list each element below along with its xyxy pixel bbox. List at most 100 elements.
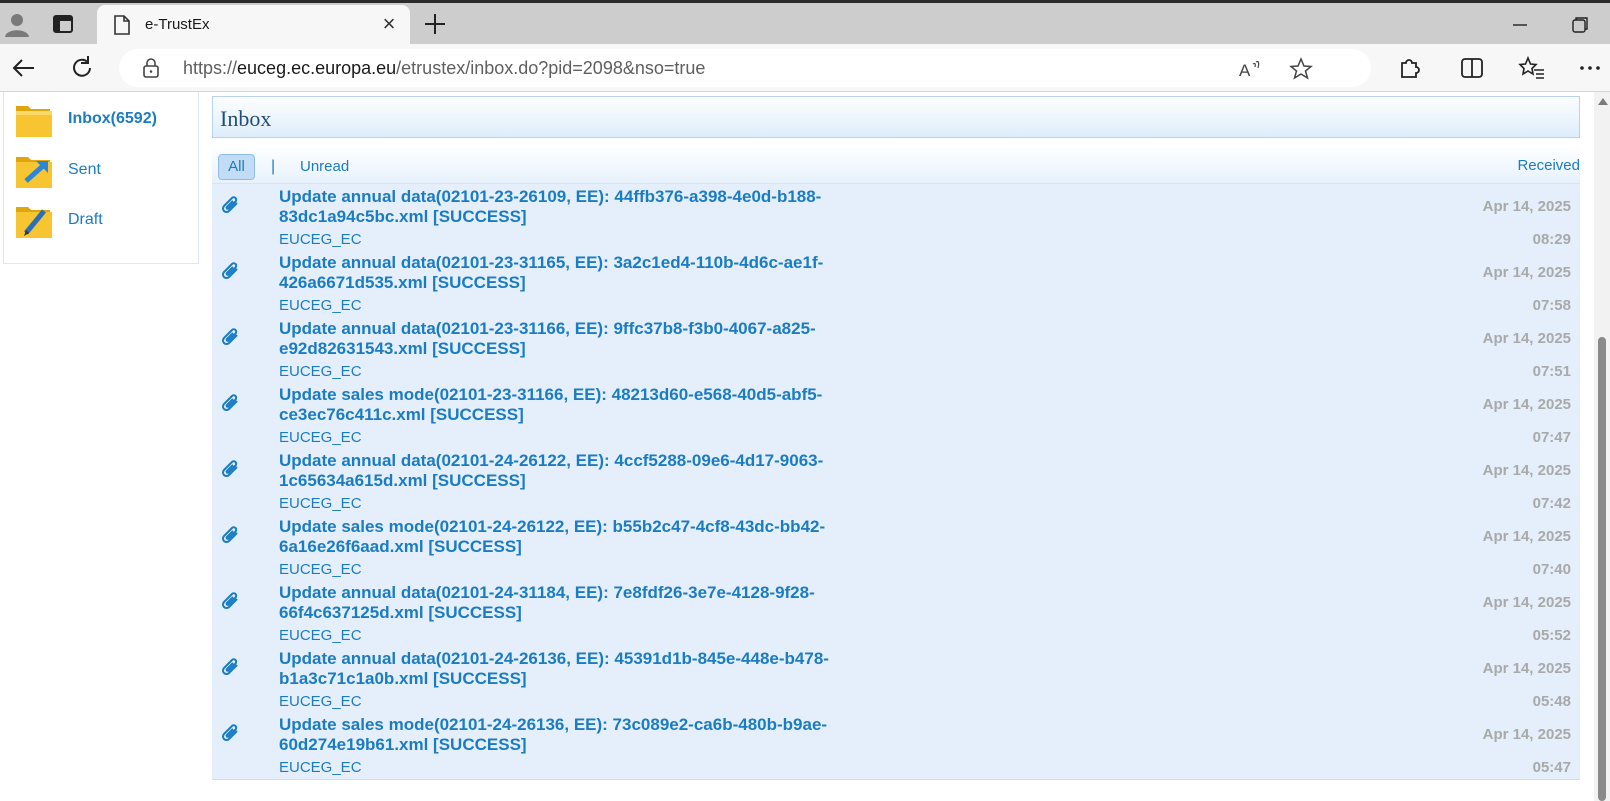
url-host: euceg.ec.europa.eu [237,58,397,78]
table-row[interactable]: Update annual data(02101-24-26122, EE): … [212,448,1580,516]
message-time: 05:48 [1532,693,1571,710]
sidebar-item-label: Inbox(6592) [68,110,157,127]
draft-folder-icon [16,207,52,238]
attachment-icon [221,658,238,676]
tab-etrustex[interactable]: e-TrustEx × [97,5,410,47]
message-sender: EUCEG_EC [279,561,362,578]
message-date: Apr 14, 2025 [1482,528,1571,545]
tab-actions-icon[interactable] [52,13,74,35]
vertical-scrollbar[interactable] [1594,92,1610,801]
scrollbar-thumb[interactable] [1598,337,1606,801]
svg-text:A: A [1239,61,1251,80]
message-subject[interactable]: Update annual data(02101-24-26122, EE): … [279,451,859,491]
message-date: Apr 14, 2025 [1482,396,1571,413]
message-subject[interactable]: Update sales mode(02101-23-31166, EE): 4… [279,385,859,425]
minimize-icon[interactable] [1508,13,1532,37]
tab-title: e-TrustEx [145,16,210,33]
message-sender: EUCEG_EC [279,759,362,776]
sidebar-item-draft[interactable]: Draft [10,197,196,243]
url-text[interactable]: https://euceg.ec.europa.eu/etrustex/inbo… [183,58,705,79]
attachment-icon [221,262,238,280]
message-time: 07:51 [1532,363,1571,380]
attachment-icon [221,592,238,610]
profile-icon[interactable] [4,11,30,37]
message-subject[interactable]: Update annual data(02101-23-26109, EE): … [279,187,859,227]
message-sender: EUCEG_EC [279,231,362,248]
message-sender: EUCEG_EC [279,363,362,380]
filter-separator: | [271,158,276,175]
back-icon[interactable] [10,54,38,82]
message-sender: EUCEG_EC [279,429,362,446]
filter-unread-link[interactable]: Unread [300,158,349,175]
sidebar-item-inbox[interactable]: Inbox(6592) [10,96,196,142]
extensions-icon[interactable] [1396,54,1424,82]
refresh-icon[interactable] [68,54,96,82]
browser-toolbar: https://euceg.ec.europa.eu/etrustex/inbo… [0,44,1610,92]
sidebar-item-label: Sent [68,161,101,178]
message-date: Apr 14, 2025 [1482,264,1571,281]
filter-all-button[interactable]: All [218,154,255,180]
restore-icon[interactable] [1568,13,1592,37]
scroll-up-icon[interactable] [1598,98,1608,105]
table-row[interactable]: Update annual data(02101-24-31184, EE): … [212,580,1580,648]
attachment-icon [221,196,238,214]
inbox-panel: Inbox All | Unread Received Update annua… [212,96,1581,801]
favorite-icon[interactable] [1289,57,1313,81]
url-prefix: https:// [183,58,238,78]
message-subject[interactable]: Update annual data(02101-24-31184, EE): … [279,583,859,623]
message-time: 08:29 [1532,231,1571,248]
split-screen-icon[interactable] [1458,54,1486,82]
sent-folder-icon [16,157,52,188]
message-time: 07:47 [1532,429,1571,446]
message-sender: EUCEG_EC [279,495,362,512]
message-date: Apr 14, 2025 [1482,198,1571,215]
filter-bar: All | Unread Received [212,146,1580,184]
read-aloud-icon[interactable]: A [1237,57,1261,81]
message-time: 05:52 [1532,627,1571,644]
inbox-header: Inbox [212,96,1580,138]
message-subject[interactable]: Update annual data(02101-24-26136, EE): … [279,649,859,689]
new-tab-icon[interactable] [422,11,448,37]
message-subject[interactable]: Update sales mode(02101-24-26122, EE): b… [279,517,859,557]
message-sender: EUCEG_EC [279,297,362,314]
table-row[interactable]: Update annual data(02101-24-26136, EE): … [212,646,1580,714]
attachment-icon [221,460,238,478]
message-subject[interactable]: Update sales mode(02101-24-26136, EE): 7… [279,715,859,755]
sort-received-link[interactable]: Received [1517,157,1580,174]
message-time: 07:58 [1532,297,1571,314]
attachment-icon [221,328,238,346]
page-content: Inbox(6592) Sent Draft Inbox All | Unrea… [0,92,1610,801]
page-title: Inbox [220,106,272,131]
table-row[interactable]: Update annual data(02101-23-26109, EE): … [212,184,1580,252]
table-row[interactable]: Update annual data(02101-23-31165, EE): … [212,250,1580,318]
message-subject[interactable]: Update annual data(02101-23-31166, EE): … [279,319,859,359]
message-time: 05:47 [1532,759,1571,776]
message-date: Apr 14, 2025 [1482,660,1571,677]
inbox-folder-icon [16,106,52,137]
sidebar-item-label: Draft [68,211,103,228]
message-date: Apr 14, 2025 [1482,726,1571,743]
message-sender: EUCEG_EC [279,693,362,710]
sidebar-item-sent[interactable]: Sent [10,147,196,193]
lock-icon[interactable] [141,58,161,78]
url-path: /etrustex/inbox.do?pid=2098&nso=true [396,58,706,78]
message-sender: EUCEG_EC [279,627,362,644]
page-icon [114,15,130,35]
message-subject[interactable]: Update annual data(02101-23-31165, EE): … [279,253,859,293]
attachment-icon [221,394,238,412]
browser-tab-strip: e-TrustEx × [0,0,1610,47]
table-row[interactable]: Update sales mode(02101-24-26122, EE): b… [212,514,1580,582]
folder-sidebar: Inbox(6592) Sent Draft [3,92,199,264]
address-bar[interactable]: https://euceg.ec.europa.eu/etrustex/inbo… [119,49,1371,87]
message-list: Update annual data(02101-23-26109, EE): … [212,184,1580,801]
table-row[interactable]: Update sales mode(02101-24-26136, EE): 7… [212,712,1580,780]
message-time: 07:42 [1532,495,1571,512]
message-date: Apr 14, 2025 [1482,594,1571,611]
favorites-icon[interactable] [1518,54,1546,82]
attachment-icon [221,724,238,742]
message-time: 07:40 [1532,561,1571,578]
table-row[interactable]: Update sales mode(02101-23-31166, EE): 4… [212,382,1580,450]
more-icon[interactable] [1576,54,1604,82]
close-icon[interactable]: × [378,13,400,35]
table-row[interactable]: Update annual data(02101-23-31166, EE): … [212,316,1580,384]
